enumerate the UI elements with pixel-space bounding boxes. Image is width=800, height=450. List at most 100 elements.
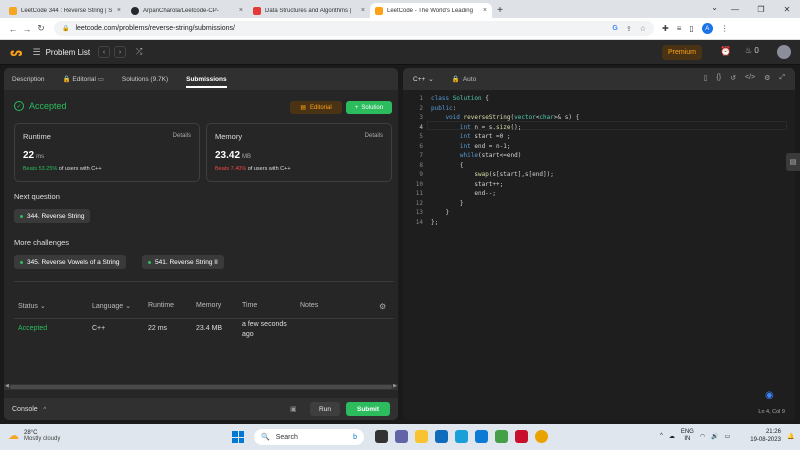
runtime-card[interactable]: Runtime Details 22 ms Beats 53.25% of use… — [14, 123, 200, 182]
tab-editorial[interactable]: 🔒 Editorial ▭ — [63, 75, 104, 83]
cloud-icon[interactable]: ☁ — [669, 433, 675, 440]
browser-tab-2[interactable]: Data Structures and Algorithms | × — [248, 3, 370, 18]
braces-icon[interactable]: {} — [716, 74, 721, 82]
explorer-icon[interactable] — [415, 430, 428, 443]
app-icon[interactable] — [495, 430, 508, 443]
chat-icon[interactable]: ◉ — [765, 390, 774, 401]
bookmark-icon[interactable]: ▯ — [704, 74, 708, 82]
streak-counter[interactable]: ♨ 0 — [745, 46, 759, 55]
code-icon[interactable]: </> — [745, 74, 755, 82]
code-line[interactable]: end--; — [431, 189, 496, 199]
scrollbar-thumb[interactable] — [10, 385, 392, 389]
prev-problem-button[interactable]: ‹ — [98, 46, 111, 58]
google-icon[interactable]: G — [612, 25, 617, 33]
weather-widget[interactable]: ☁ 28°C Mostly cloudy — [8, 429, 60, 443]
run-button[interactable]: Run — [310, 402, 340, 416]
language-indicator[interactable]: ENG IN — [681, 429, 694, 443]
close-window-icon[interactable]: ✕ — [774, 0, 800, 18]
memory-card[interactable]: Memory Details 23.42 MB Beats 7.40% of us… — [206, 123, 392, 182]
teams-icon[interactable] — [395, 430, 408, 443]
store-icon[interactable] — [435, 430, 448, 443]
horizontal-scrollbar[interactable]: ◀ ▶ — [4, 383, 398, 390]
next-question-chip[interactable]: 344. Reverse String — [14, 209, 91, 223]
windows-start-icon[interactable] — [232, 431, 244, 443]
user-avatar[interactable] — [777, 45, 791, 59]
shuffle-icon[interactable]: ⤮ — [136, 47, 142, 57]
code-line[interactable]: class Solution { — [431, 94, 489, 104]
clock[interactable]: 21:26 19-08-2023 — [750, 428, 781, 444]
media-icon[interactable]: ≡ — [677, 24, 682, 33]
browser-tab-0[interactable]: LeetCode 344 : Reverse String | S × — [4, 3, 126, 18]
code-line[interactable]: } — [431, 208, 449, 218]
leetcode-logo-icon[interactable]: ᔕ — [10, 46, 23, 59]
alarm-clock-icon[interactable]: ⏰ — [720, 46, 731, 57]
url-input[interactable]: 🔒 leetcode.com/problems/reverse-string/s… — [54, 21, 654, 36]
gear-icon[interactable]: ⚙ — [379, 302, 386, 311]
close-icon[interactable]: × — [361, 7, 365, 14]
chevron-down-icon[interactable]: ⌄ — [711, 3, 718, 12]
maximize-icon[interactable]: ❐ — [748, 0, 774, 18]
problem-list-button[interactable]: ☰ Problem List — [33, 47, 91, 58]
notification-icon[interactable]: 🔔 — [787, 433, 794, 440]
code-line[interactable]: void reverseString(vector<char>& s) { — [431, 113, 579, 123]
panel-splitter[interactable] — [399, 68, 401, 420]
code-line[interactable]: public: — [431, 104, 456, 114]
wifi-icon[interactable]: ◠ — [700, 433, 705, 440]
chevron-up-icon[interactable]: ^ — [660, 433, 663, 439]
expand-icon[interactable]: ⤢ — [779, 74, 785, 82]
memory-details-link[interactable]: Details — [365, 133, 383, 139]
mcafee-icon[interactable] — [515, 430, 528, 443]
challenge-chip[interactable]: 345. Reverse Vowels of a String — [14, 255, 126, 269]
mail-icon[interactable] — [475, 430, 488, 443]
close-icon[interactable]: × — [483, 7, 487, 14]
volume-icon[interactable]: 🔊 — [711, 433, 718, 440]
tab-submissions[interactable]: Submissions — [186, 76, 227, 88]
language-header[interactable]: Language ⌄ — [92, 302, 131, 310]
tab-description[interactable]: Description — [12, 76, 45, 83]
language-select[interactable]: C++ ⌄ — [413, 75, 434, 84]
solution-button[interactable]: + Solution — [346, 101, 392, 114]
browser-tab-3[interactable]: LeetCode - The World's Leading × — [370, 3, 492, 18]
code-line[interactable]: swap(s[start],s[end]); — [431, 170, 553, 180]
code-line[interactable]: start++; — [431, 180, 503, 190]
back-icon[interactable]: ← — [6, 24, 20, 34]
chrome-icon[interactable] — [535, 430, 548, 443]
code-line[interactable]: }; — [431, 218, 438, 228]
code-line[interactable]: while(start<=end) — [431, 151, 521, 161]
console-toggle[interactable]: Console ^ — [12, 406, 46, 413]
auto-mode[interactable]: 🔒 Auto — [452, 75, 476, 84]
forward-icon[interactable]: → — [20, 24, 34, 34]
code-line[interactable]: } — [431, 199, 464, 209]
profile-avatar[interactable]: A — [701, 23, 713, 34]
scroll-right-icon[interactable]: ▶ — [393, 383, 397, 389]
side-panel-toggle[interactable]: ▤ — [786, 153, 800, 171]
reload-icon[interactable]: ↻ — [34, 23, 48, 34]
star-icon[interactable]: ☆ — [640, 25, 646, 33]
challenge-chip[interactable]: 541. Reverse String II — [142, 255, 224, 269]
sidebar-icon[interactable]: ▯ — [689, 24, 693, 33]
edge-icon[interactable] — [455, 430, 468, 443]
new-tab-button[interactable]: + — [492, 3, 508, 18]
battery-icon[interactable]: ▭ — [725, 433, 731, 440]
code-line[interactable]: int start =0 ; — [431, 132, 511, 142]
taskbar-search[interactable]: 🔍 Search b — [254, 429, 364, 445]
close-icon[interactable]: × — [239, 7, 243, 14]
minimize-icon[interactable]: — — [722, 0, 748, 18]
runtime-details-link[interactable]: Details — [173, 133, 191, 139]
submit-button[interactable]: Submit — [346, 402, 390, 416]
close-icon[interactable]: × — [117, 7, 121, 14]
row-status[interactable]: Accepted — [18, 325, 47, 332]
premium-button[interactable]: Premium — [662, 45, 702, 60]
clipboard-icon[interactable]: ▣ — [290, 405, 297, 413]
scroll-left-icon[interactable]: ◀ — [5, 383, 9, 389]
browser-tab-1[interactable]: ArpanCharola/Leetcode-CP- × — [126, 3, 248, 18]
reset-icon[interactable]: ↺ — [730, 74, 736, 82]
settings-icon[interactable]: ⚙ — [764, 74, 770, 82]
taskview-icon[interactable] — [375, 430, 388, 443]
extensions-icon[interactable]: ✚ — [662, 24, 669, 33]
menu-icon[interactable]: ⋮ — [721, 24, 729, 33]
code-line[interactable]: int end = n-1; — [431, 142, 511, 152]
next-problem-button[interactable]: › — [114, 46, 127, 58]
tab-solutions[interactable]: Solutions (9.7K) — [122, 76, 168, 83]
status-header[interactable]: Status ⌄ — [18, 302, 46, 310]
